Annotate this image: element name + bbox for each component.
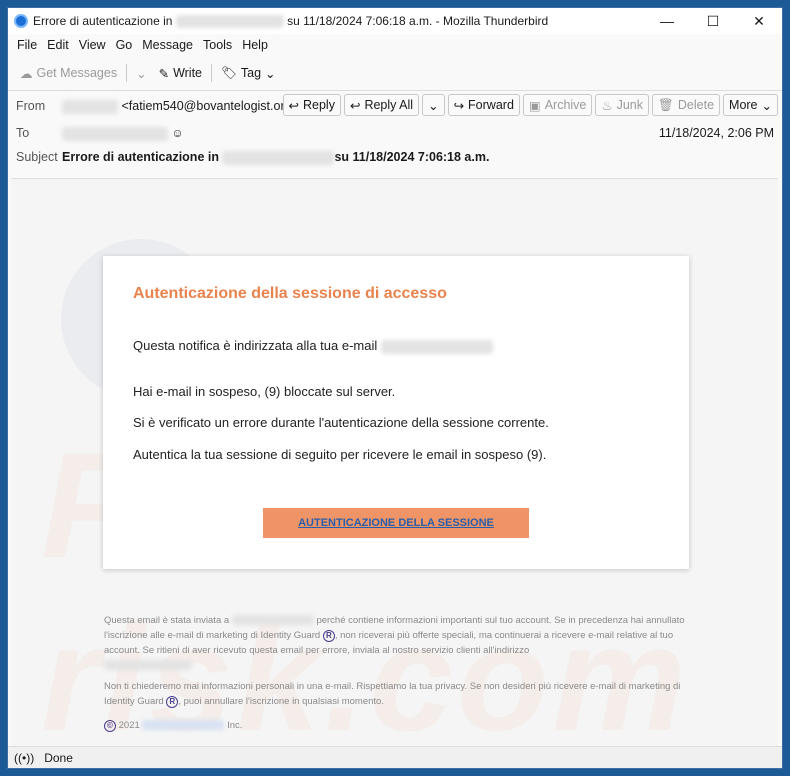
chevron-down-icon: ⌄ (265, 66, 276, 81)
to-label: To (16, 126, 30, 140)
menu-help[interactable]: Help (237, 36, 273, 54)
email-line-4: Autentica la tua sessione di seguito per… (133, 447, 547, 462)
trash-icon: 🗑 (658, 97, 674, 112)
more-label: More (729, 98, 758, 112)
registered-icon: R (166, 696, 179, 708)
subject-prefix: Errore di autenticazione in (62, 150, 219, 164)
redacted (380, 339, 493, 354)
menu-message[interactable]: Message (137, 36, 198, 54)
chevron-down-icon: ⌄ (761, 98, 772, 113)
maximize-button[interactable]: ☐ (690, 8, 736, 34)
get-messages-dropdown[interactable]: ⌄ (130, 66, 152, 81)
title-prefix: Errore di autenticazione in (33, 13, 173, 28)
title-bar: Errore di autenticazione in su 11/18/202… (8, 8, 782, 34)
menu-tools[interactable]: Tools (198, 36, 237, 54)
reply-label: Reply (302, 98, 335, 112)
status-bar: ((•)) Done (8, 746, 782, 768)
status-text: Done (44, 750, 73, 765)
subject-label: Subject (16, 150, 58, 164)
email-line-3: Si è verificato un errore durante l'aute… (133, 415, 549, 430)
subject-suffix: su 11/18/2024 7:06:18 a.m. (334, 150, 490, 164)
menu-file[interactable]: File (12, 36, 42, 54)
forward-icon: ↪ (453, 98, 465, 113)
menu-bar: File Edit View Go Message Tools Help (12, 36, 273, 54)
registered-icon: R (322, 630, 335, 642)
from-label: From (16, 99, 46, 113)
get-messages-label: Get Messages (36, 66, 118, 80)
menu-view[interactable]: View (74, 36, 111, 54)
thunderbird-window: Errore di autenticazione in su 11/18/202… (7, 7, 783, 769)
junk-label: Junk (616, 98, 644, 112)
from-value[interactable]: <fatiem540@bovantelogist.org> ☺ (62, 99, 315, 114)
chevron-down-icon: ⌄ (428, 98, 439, 113)
activity-icon: ((•)) (14, 750, 35, 765)
reply-button[interactable]: ↩ Reply (282, 94, 341, 116)
email-card: Autenticazione della sessione di accesso… (103, 256, 689, 569)
message-body: PC risk.com Autenticazione della session… (11, 178, 778, 746)
email-line-1: Questa notifica è indirizzata alla tua e… (133, 338, 493, 354)
reply-all-button[interactable]: ↩ Reply All (343, 94, 420, 116)
junk-icon: ♨ (601, 98, 613, 113)
redacted (231, 615, 314, 626)
write-button[interactable]: ✎ Write (153, 66, 208, 81)
footer-paragraph-2: Non ti chiederemo mai informazioni perso… (104, 679, 694, 709)
forward-button[interactable]: ↪ Forward (447, 94, 520, 116)
reply-icon: ↩ (288, 98, 299, 113)
chevron-down-icon: ⌄ (136, 66, 147, 81)
window-title: Errore di autenticazione in su 11/18/202… (33, 13, 549, 29)
redacted (62, 126, 168, 141)
redacted (142, 720, 225, 731)
copyright: © 2021 Inc. (104, 718, 694, 733)
menu-edit[interactable]: Edit (42, 36, 74, 54)
to-value[interactable]: ☺ (62, 126, 184, 141)
reply-all-icon: ↩ (349, 98, 361, 113)
redacted (175, 15, 284, 29)
tag-icon: 🏷 (221, 65, 237, 80)
menu-go[interactable]: Go (111, 36, 138, 54)
copyright-year: 2021 (118, 720, 140, 731)
junk-button[interactable]: ♨ Junk (595, 94, 650, 116)
reply-all-dropdown[interactable]: ⌄ (422, 94, 445, 116)
divider (126, 64, 128, 82)
more-button[interactable]: More ⌄ (723, 94, 778, 116)
subject-value: Errore di autenticazione in su 11/18/202… (62, 150, 489, 165)
thunderbird-logo-icon (14, 14, 28, 28)
tag-label: Tag (240, 66, 262, 80)
reply-all-label: Reply All (364, 98, 414, 112)
title-suffix: su 11/18/2024 7:06:18 a.m. - Mozilla Thu… (287, 13, 549, 28)
archive-icon: ▣ (528, 98, 541, 113)
write-label: Write (173, 66, 202, 80)
delete-label: Delete (677, 98, 715, 112)
message-date: 11/18/2024, 2:06 PM (658, 126, 774, 140)
copyright-icon: © (104, 720, 116, 732)
cloud-download-icon: ☁ (20, 66, 33, 81)
contact-icon[interactable]: ☺ (171, 126, 183, 140)
email-heading: Autenticazione della sessione di accesso (133, 285, 447, 302)
get-messages-button[interactable]: ☁ Get Messages (14, 66, 123, 81)
archive-button[interactable]: ▣ Archive (522, 94, 593, 116)
toolbar: ☁ Get Messages ⌄ ✎ Write 🏷 Tag ⌄ (14, 61, 282, 85)
message-header: From <fatiem540@bovantelogist.org> ☺ ↩Re… (8, 91, 782, 173)
redacted (104, 660, 192, 671)
close-button[interactable]: ✕ (736, 8, 782, 34)
from-email: <fatiem540@bovantelogist.org> (121, 99, 299, 113)
archive-label: Archive (544, 98, 587, 112)
delete-button[interactable]: 🗑 Delete (652, 94, 721, 116)
minimize-button[interactable]: — (644, 8, 690, 34)
authenticate-session-button[interactable]: AUTENTICAZIONE DELLA SESSIONE (263, 508, 529, 538)
line-1-text: Questa notifica è indirizzata alla tua e… (133, 338, 378, 353)
header-buttons: ↩ Reply ↩ Reply All ⌄ ↪ Forward ▣ Archive ♨ J… (282, 94, 778, 116)
forward-label: Forward (468, 98, 514, 112)
redacted (62, 99, 118, 114)
email-line-2: Hai e-mail in sospeso, (9) bloccate sul … (133, 384, 396, 399)
footer-text: Questa email è stata inviata a (104, 615, 230, 626)
tag-button[interactable]: 🏷 Tag ⌄ (215, 66, 282, 81)
footer-paragraph-1: Questa email è stata inviata a perché co… (104, 613, 694, 673)
redacted (222, 150, 335, 165)
cta-label: AUTENTICAZIONE DELLA SESSIONE (298, 517, 494, 529)
copyright-suffix: Inc. (227, 720, 243, 731)
footer-text: , puoi annullare l'iscrizione in qualsia… (178, 696, 384, 707)
divider (211, 64, 212, 82)
pencil-icon: ✎ (158, 66, 170, 81)
